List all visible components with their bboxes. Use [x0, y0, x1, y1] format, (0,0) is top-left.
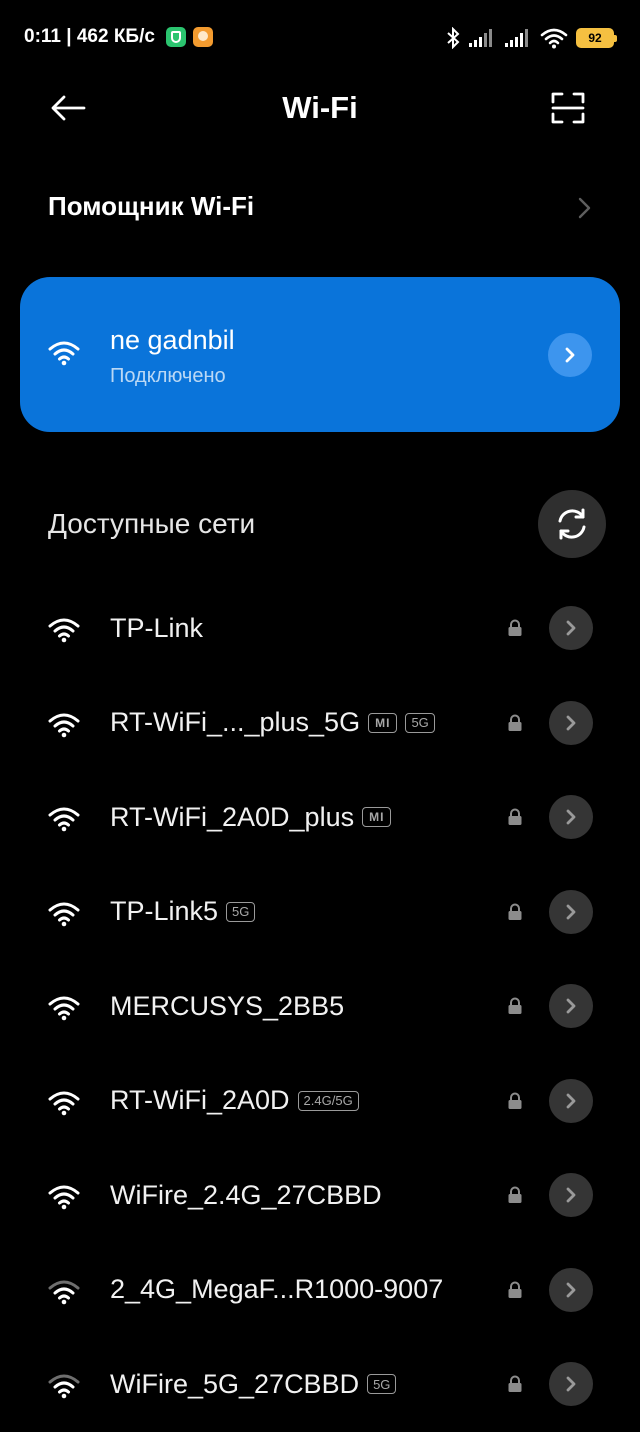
- available-networks-title: Доступные сети: [48, 508, 256, 539]
- lock-icon: [508, 808, 522, 825]
- network-details-button[interactable]: [549, 700, 593, 745]
- network-name: RT-WiFi_..._plus_5G: [110, 707, 361, 737]
- lock-icon: [508, 714, 522, 731]
- network-details-button[interactable]: [549, 984, 593, 1028]
- wifi-signal-icon: [48, 1091, 80, 1115]
- network-name-group: RT-WiFi_2A0D 2.4G/5G: [110, 1054, 359, 1148]
- band-badge: 2.4G/5G: [297, 1090, 359, 1111]
- network-name: 2_4G_MegaF...R1000-9007: [110, 1274, 444, 1304]
- network-row[interactable]: WiFire_2.4G_27CBBD: [0, 1148, 640, 1243]
- battery-icon: 92: [576, 28, 617, 48]
- page-title: Wi-Fi: [282, 90, 358, 125]
- lock-icon: [508, 619, 522, 636]
- mi-badge: MI: [368, 712, 398, 733]
- network-name-group: WiFire_5G_27CBBD 5G: [110, 1337, 397, 1431]
- lock-icon: [508, 903, 522, 920]
- lock-icon: [508, 997, 522, 1014]
- network-details-button[interactable]: [549, 1173, 593, 1217]
- network-name: WiFire_2.4G_27CBBD: [110, 1179, 382, 1210]
- network-name: WiFire_5G_27CBBD: [110, 1368, 360, 1399]
- wifi-signal-icon: [48, 341, 80, 366]
- network-row[interactable]: RT-WiFi_..._plus_5G MI 5G: [0, 676, 640, 771]
- network-name-group: WiFire_2.4G_27CBBD: [110, 1148, 382, 1242]
- network-name: RT-WiFi_2A0D_plus: [110, 801, 355, 832]
- chevron-right-icon: [566, 715, 576, 730]
- qr-scan-icon: [551, 92, 585, 124]
- chevron-right-icon: [566, 1376, 576, 1392]
- lock-icon: [508, 1186, 522, 1203]
- mi-badge: MI: [362, 807, 392, 827]
- network-row[interactable]: RT-WiFi_2A0D_plus MI: [0, 770, 640, 865]
- network-details-button[interactable]: [549, 606, 593, 650]
- chevron-right-icon: [566, 1093, 576, 1108]
- network-details-button[interactable]: [549, 795, 593, 839]
- qr-scan-button[interactable]: [546, 86, 590, 130]
- band-badge: 5G: [367, 1374, 397, 1394]
- app-notification-icon: [193, 27, 213, 47]
- battery-level: 92: [588, 31, 602, 45]
- band-badge: 5G: [405, 712, 435, 733]
- status-bar: 0:11 | 462 КБ/с 92: [0, 0, 640, 78]
- network-name-group: TP-Link: [110, 581, 203, 675]
- status-time-speed: 0:11 | 462 КБ/с: [24, 26, 155, 47]
- network-details-button[interactable]: [549, 1078, 593, 1123]
- wifi-signal-icon: [48, 807, 80, 832]
- chevron-right-icon: [565, 347, 575, 363]
- network-row[interactable]: RT-WiFi_2A0D 2.4G/5G: [0, 1054, 640, 1149]
- shield-app-icon: [166, 27, 186, 47]
- wifi-signal-icon: [48, 1185, 80, 1210]
- wifi-signal-icon: [48, 902, 80, 926]
- wifi-assistant-row[interactable]: Помощник Wi-Fi: [0, 178, 640, 238]
- chevron-right-icon: [578, 197, 591, 219]
- connected-status: Подключено: [110, 365, 226, 387]
- wifi-assistant-label: Помощник Wi-Fi: [48, 191, 255, 221]
- network-details-button[interactable]: [549, 889, 593, 934]
- wifi-signal-icon: [48, 713, 80, 737]
- network-row[interactable]: WiFire_5G_27CBBD 5G: [0, 1337, 640, 1432]
- wifi-signal-icon: [48, 1280, 80, 1304]
- lock-icon: [508, 1281, 522, 1298]
- connected-network-card[interactable]: ne gadnbil Подключено: [20, 277, 620, 432]
- chevron-right-icon: [566, 620, 576, 636]
- network-name: MERCUSYS_2BB5: [110, 990, 345, 1021]
- network-row[interactable]: 2_4G_MegaF...R1000-9007: [0, 1243, 640, 1338]
- network-name: TP-Link5: [110, 896, 219, 926]
- signal-icon: [505, 29, 528, 47]
- network-row[interactable]: MERCUSYS_2BB5: [0, 959, 640, 1054]
- connected-network-name: ne gadnbil: [110, 325, 235, 355]
- refresh-button[interactable]: [538, 490, 606, 558]
- signal-icon: [469, 29, 492, 47]
- network-name-group: MERCUSYS_2BB5: [110, 959, 344, 1053]
- chevron-right-icon: [566, 809, 576, 825]
- status-icons: 92: [446, 26, 617, 50]
- connected-details-button[interactable]: [548, 333, 592, 377]
- wifi-signal-icon: [48, 618, 80, 643]
- network-name-group: RT-WiFi_2A0D_plus MI: [110, 770, 392, 864]
- lock-icon: [508, 1092, 522, 1109]
- network-name-group: RT-WiFi_..._plus_5G MI 5G: [110, 676, 435, 770]
- chevron-right-icon: [566, 1282, 576, 1297]
- band-badge: 5G: [226, 901, 256, 922]
- chevron-right-icon: [566, 904, 576, 919]
- bluetooth-icon: [447, 27, 460, 49]
- chevron-right-icon: [566, 1187, 576, 1203]
- network-name: TP-Link: [110, 612, 204, 643]
- wifi-icon: [540, 28, 568, 49]
- network-name-group: TP-Link5 5G: [110, 865, 256, 959]
- network-row[interactable]: TP-Link: [0, 581, 640, 676]
- network-details-button[interactable]: [549, 1267, 593, 1312]
- network-name: RT-WiFi_2A0D: [110, 1085, 290, 1115]
- refresh-icon: [558, 508, 586, 540]
- network-details-button[interactable]: [549, 1362, 593, 1406]
- wifi-signal-icon: [48, 1374, 80, 1399]
- network-list: TP-Link RT-WiFi_..._plus_5G MI 5G RT-WiFi_2A…: [0, 581, 640, 1432]
- lock-icon: [508, 1375, 522, 1392]
- network-row[interactable]: TP-Link5 5G: [0, 865, 640, 960]
- network-name-group: 2_4G_MegaF...R1000-9007: [110, 1243, 443, 1337]
- wifi-signal-icon: [48, 996, 80, 1021]
- chevron-right-icon: [566, 998, 576, 1014]
